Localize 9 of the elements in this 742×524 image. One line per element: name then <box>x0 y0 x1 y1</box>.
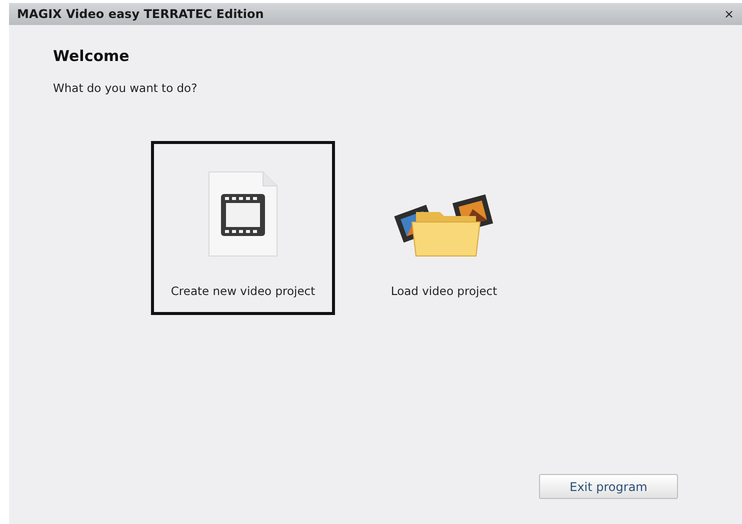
close-button[interactable]: × <box>724 8 734 20</box>
prompt-text: What do you want to do? <box>53 80 198 96</box>
folder-with-film-icon <box>394 194 494 258</box>
exit-button[interactable]: Exit program <box>539 474 678 499</box>
heading: Welcome <box>53 46 130 67</box>
option-tile[interactable]: Create new video project <box>151 140 335 315</box>
film-document-icon <box>207 170 279 258</box>
window-title: MAGIX Video easy TERRATEC Edition <box>17 6 264 23</box>
option-tile[interactable]: Load video project <box>369 140 519 315</box>
